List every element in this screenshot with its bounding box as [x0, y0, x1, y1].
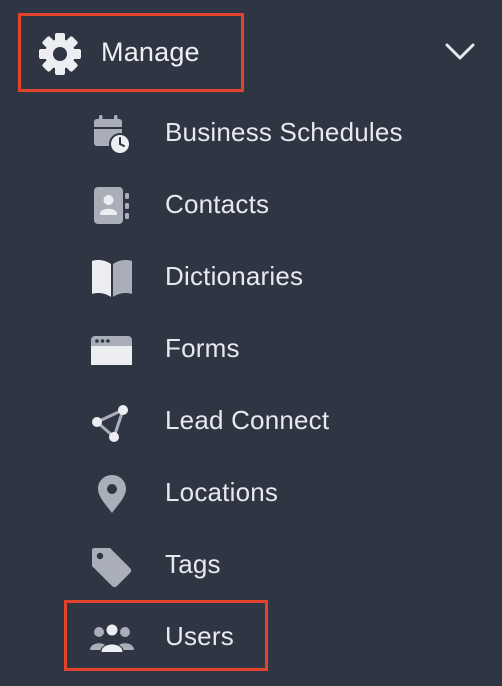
menu-item-label: Tags	[165, 549, 221, 579]
menu-item-label: Contacts	[165, 189, 270, 219]
chevron-down-icon[interactable]	[443, 40, 477, 62]
contact-book-icon	[94, 187, 129, 224]
menu-item-locations[interactable]: Locations	[0, 462, 502, 522]
menu-item-lead-connect[interactable]: Lead Connect	[0, 390, 502, 450]
menu-item-users[interactable]: Users	[0, 606, 502, 666]
menu-item-label: Users	[165, 621, 234, 651]
menu-item-forms[interactable]: Forms	[0, 318, 502, 378]
menu-item-label: Locations	[165, 477, 279, 507]
manage-section-header[interactable]: Manage	[0, 0, 502, 104]
menu-item-dictionaries[interactable]: Dictionaries	[0, 246, 502, 306]
browser-window-icon	[91, 336, 132, 365]
book-icon	[92, 260, 132, 297]
menu-item-label: Business Schedules	[165, 117, 403, 147]
manage-section-title: Manage	[101, 37, 200, 67]
gear-icon	[39, 33, 81, 75]
tag-icon	[92, 548, 132, 588]
menu-item-label: Forms	[165, 333, 240, 363]
menu-item-tags[interactable]: Tags	[0, 534, 502, 594]
share-nodes-icon	[92, 405, 128, 442]
menu-item-label: Dictionaries	[165, 261, 304, 291]
map-pin-icon	[98, 475, 126, 513]
users-icon	[90, 623, 134, 653]
sidebar-panel: Manage Business Schedules Contacts Dicti…	[0, 0, 502, 686]
menu-item-label: Lead Connect	[165, 405, 330, 435]
calendar-clock-icon	[94, 115, 131, 155]
menu-item-business-schedules[interactable]: Business Schedules	[0, 102, 502, 162]
menu-item-contacts[interactable]: Contacts	[0, 174, 502, 234]
